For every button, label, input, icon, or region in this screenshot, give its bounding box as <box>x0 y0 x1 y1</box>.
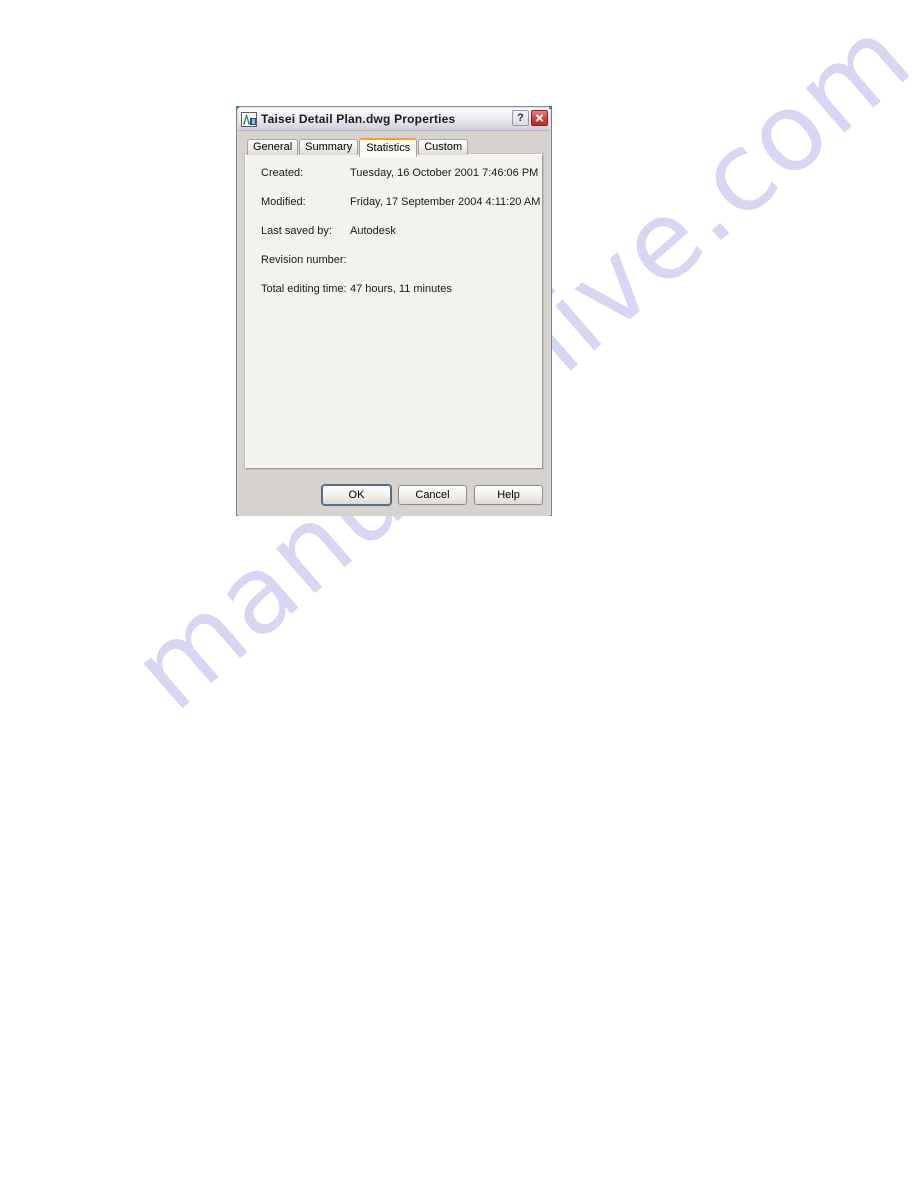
autocad-drawing-icon <box>241 111 257 127</box>
tab-summary[interactable]: Summary <box>299 139 359 155</box>
modified-row: Modified: Friday, 17 September 2004 4:11… <box>246 196 542 225</box>
autocad-drawing-icon-page-glyph <box>250 117 256 125</box>
tab-strip: General Summary Statistics Custom <box>247 137 543 157</box>
modified-value: Friday, 17 September 2004 4:11:20 AM <box>350 196 541 208</box>
created-row: Created: Tuesday, 16 October 2001 7:46:0… <box>246 167 542 196</box>
tab-statistics[interactable]: Statistics <box>359 138 418 157</box>
ok-button[interactable]: OK <box>322 485 391 505</box>
autocad-drawing-icon-a-glyph <box>243 113 250 125</box>
tab-custom[interactable]: Custom <box>418 139 469 155</box>
caption-button-group: ? <box>512 110 548 126</box>
total-editing-time-value: 47 hours, 11 minutes <box>350 283 452 295</box>
dialog-title: Taisei Detail Plan.dwg Properties <box>261 111 456 126</box>
total-editing-time-label: Total editing time: <box>261 283 347 295</box>
created-label: Created: <box>261 167 304 179</box>
cancel-button[interactable]: Cancel <box>398 485 467 505</box>
dialog-body: General Summary Statistics Custom Create… <box>238 131 550 516</box>
dialog-title-bar[interactable]: Taisei Detail Plan.dwg Properties ? <box>238 108 550 131</box>
last-saved-by-row: Last saved by: Autodesk <box>246 225 542 254</box>
last-saved-by-label: Last saved by: <box>261 225 332 237</box>
tab-general[interactable]: General <box>247 139 299 155</box>
total-editing-time-row: Total editing time: 47 hours, 11 minutes <box>246 283 542 312</box>
modified-label: Modified: <box>261 196 306 208</box>
created-value: Tuesday, 16 October 2001 7:46:06 PM <box>350 167 539 179</box>
help-caption-button[interactable]: ? <box>512 110 529 126</box>
help-button[interactable]: Help <box>474 485 543 505</box>
revision-number-row: Revision number: <box>246 254 542 283</box>
close-icon[interactable] <box>531 110 548 126</box>
statistics-tab-panel: Created: Tuesday, 16 October 2001 7:46:0… <box>245 154 543 469</box>
properties-dialog: Taisei Detail Plan.dwg Properties ? Gene… <box>236 106 552 516</box>
dialog-button-bar: OK Cancel Help <box>245 485 543 505</box>
last-saved-by-value: Autodesk <box>350 225 396 237</box>
revision-number-label: Revision number: <box>261 254 347 266</box>
